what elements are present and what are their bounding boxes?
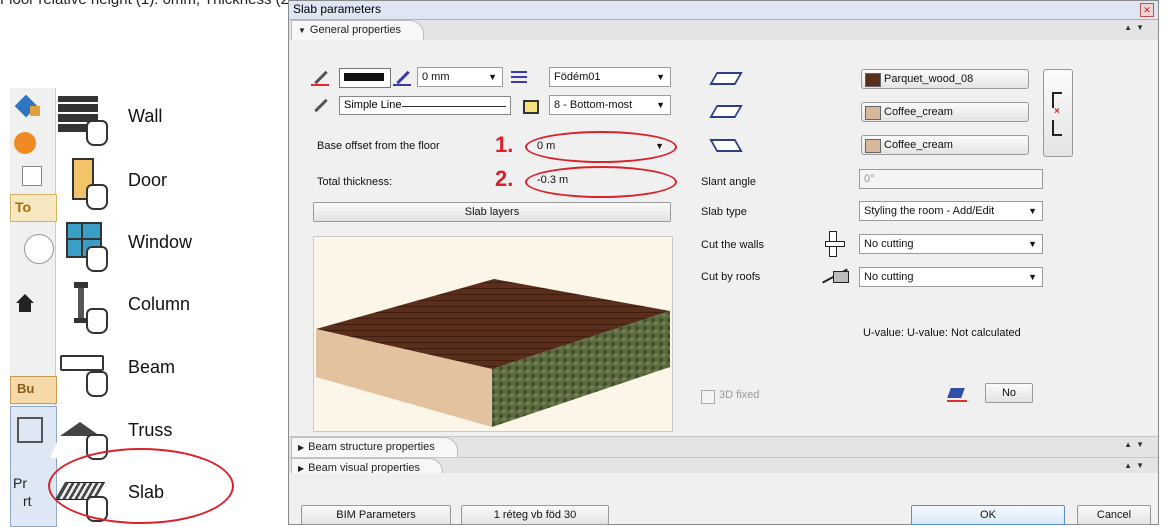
layer-combo[interactable]: Födém01 ▼ [549,67,671,87]
bottom-material-swatch [865,139,881,153]
tool-column[interactable]: Column [50,276,280,336]
detail-level-icon [947,384,967,402]
annotation-2: 2. [495,166,514,191]
tool-beam[interactable]: Beam [50,339,280,399]
section-tab[interactable]: ▶ Beam structure properties [291,437,458,457]
cut-roofs-combo[interactable]: No cutting ▼ [859,267,1043,287]
home-icon[interactable] [10,284,55,316]
cut-walls-label: Cut the walls [701,239,764,251]
slab-3d-preview [313,236,673,432]
tool-window[interactable]: Window [50,214,280,274]
side-material-button[interactable]: Coffee_cream [861,102,1029,122]
tool-door-label: Door [128,170,168,190]
cancel-button[interactable]: Cancel [1077,505,1151,525]
tool-door[interactable]: Door [50,152,280,212]
beam-icon [56,345,108,397]
side-surface-icon [709,103,743,118]
door-icon [56,158,108,210]
line-color-swatch[interactable] [339,68,391,88]
u-value-text: U-value: U-value: Not calculated [863,327,1021,339]
section-collapse-arrows[interactable]: ▲▼ [1124,23,1148,32]
app-logo-icon [10,94,55,122]
slant-angle-label: Slant angle [701,176,757,188]
total-thickness-label: Total thickness: [317,176,393,188]
slab-parameters-dialog: Slab parameters ✕ ▼ General properties ▲▼… [288,0,1159,525]
bim-parameters-button[interactable]: BIM Parameters [301,505,451,525]
bottom-surface-icon [709,137,743,152]
unlink-icon: × [1054,106,1060,117]
material-link-button[interactable]: × [1043,69,1073,157]
slab-layers-button[interactable]: Slab layers [313,202,671,222]
layers-icon [511,69,529,85]
section-collapse-arrows[interactable]: ▲▼ [1124,440,1148,449]
mouse-cursor-icon [50,442,64,458]
layer-set-button[interactable]: 1 réteg vb föd 30 [461,505,609,525]
strip-circle-button[interactable] [10,230,55,266]
cut-roofs-icon [819,265,849,285]
strip-small-button[interactable] [10,162,55,190]
tool-window-label: Window [128,232,193,252]
tool-truss-label: Truss [128,420,173,440]
slab-highlight-oval [48,448,234,524]
top-material-swatch [865,73,881,87]
house-outline-icon [17,417,43,443]
cut-walls-combo[interactable]: No cutting ▼ [859,234,1043,254]
no-button[interactable]: No [985,383,1033,403]
window-icon [56,220,108,272]
slab-preview-image [316,279,670,427]
3d-fixed-label: 3D fixed [719,389,760,401]
tool-wall-label: Wall [128,106,163,126]
line-type-icon [311,96,329,114]
draw-order-icon [521,98,541,114]
side-material-swatch [865,106,881,120]
base-offset-highlight-oval [525,131,677,163]
slab-type-combo[interactable]: Styling the room - Add/Edit ▼ [859,201,1043,221]
slant-angle-input[interactable]: 0° [859,169,1043,189]
tool-wall[interactable]: Wall [50,88,280,148]
pen-thickness-combo[interactable]: 0 mm ▼ [417,67,503,87]
pen-thickness-icon [393,68,411,86]
slab-type-label: Slab type [701,206,747,218]
tool-beam-label: Beam [128,357,176,377]
top-material-button[interactable]: Parquet_wood_08 [861,69,1029,89]
top-surface-icon [709,70,743,85]
section-beam-structure[interactable]: ▶ Beam structure properties ▲▼ [289,437,1158,458]
cut-roofs-label: Cut by roofs [701,271,761,283]
section-tab[interactable]: ▼ General properties [291,20,425,40]
section-general-properties[interactable]: ▼ General properties ▲▼ [289,20,1158,41]
dialog-title: Slab parameters [293,2,382,16]
line-type-selector[interactable]: Simple Line [339,96,511,115]
cut-walls-icon [825,231,845,257]
annotation-1: 1. [495,132,514,157]
total-thickness-highlight-oval [525,166,677,198]
draw-order-combo[interactable]: 8 - Bottom-most ▼ [549,95,671,115]
orange-app-icon[interactable] [10,128,55,156]
wall-icon [56,94,108,146]
bottom-material-button[interactable]: Coffee_cream [861,135,1029,155]
general-properties-panel: 0 mm ▼ Födém01 ▼ Simple Line 8 - Bottom-mo… [289,40,1158,437]
base-offset-label: Base offset from the floor [317,140,440,152]
dialog-titlebar: Slab parameters ✕ [289,1,1158,20]
3d-fixed-checkbox[interactable] [701,390,715,404]
dialog-footer: BIM Parameters 1 réteg vb föd 30 OK Canc… [289,473,1158,525]
column-icon [56,282,108,334]
ok-button[interactable]: OK [911,505,1065,525]
pen-icon [311,68,329,86]
close-icon[interactable]: ✕ [1140,3,1154,17]
tool-column-label: Column [128,294,191,314]
section-collapse-arrows[interactable]: ▲▼ [1124,461,1148,470]
